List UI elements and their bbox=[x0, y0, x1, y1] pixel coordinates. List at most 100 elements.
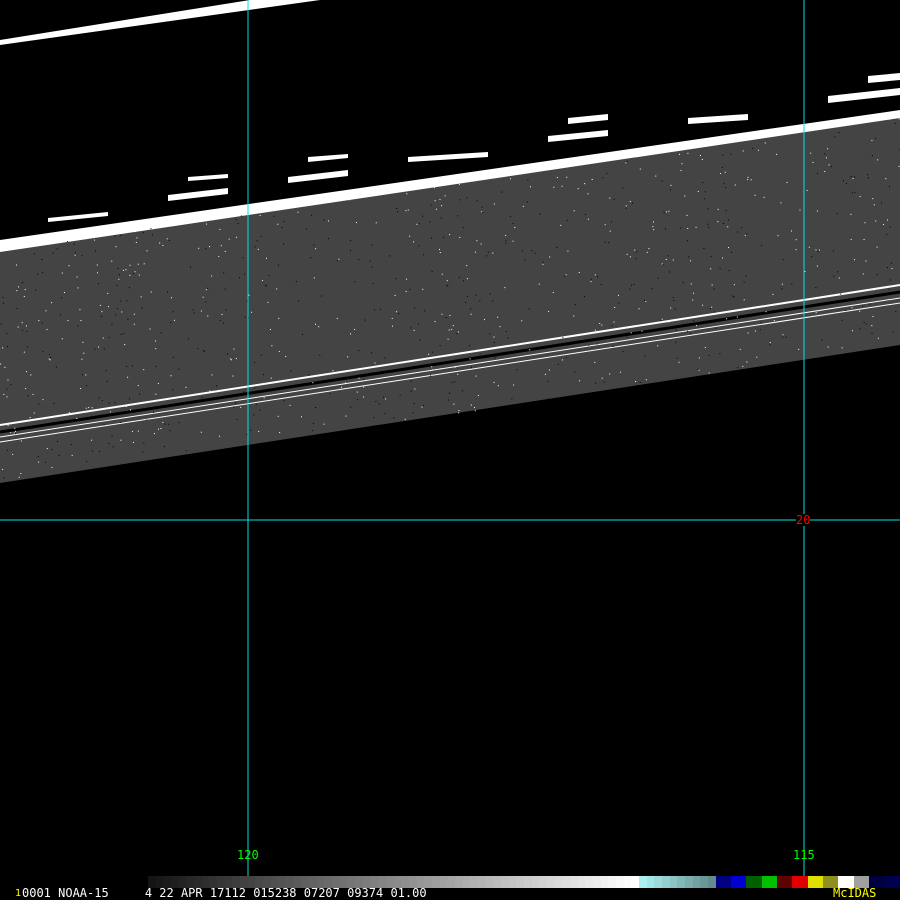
noise-pixel bbox=[235, 236, 237, 238]
noise-pixel bbox=[81, 358, 83, 360]
noise-pixel bbox=[77, 325, 79, 327]
noise-pixel bbox=[667, 255, 669, 257]
noise-pixel bbox=[259, 215, 261, 217]
noise-pixel bbox=[476, 240, 478, 242]
noise-pixel bbox=[77, 287, 79, 289]
noise-pixel bbox=[457, 215, 459, 217]
noise-pixel bbox=[850, 176, 852, 178]
noise-pixel bbox=[42, 399, 44, 401]
noise-pixel bbox=[684, 195, 686, 197]
noise-pixel bbox=[80, 388, 82, 390]
noise-pixel bbox=[889, 226, 891, 228]
image-swath bbox=[0, 115, 900, 483]
noise-pixel bbox=[573, 210, 575, 212]
noise-pixel bbox=[626, 160, 628, 162]
noise-pixel bbox=[501, 191, 503, 193]
frame-number: 1 bbox=[15, 888, 22, 899]
noise-pixel bbox=[413, 241, 415, 243]
noise-pixel bbox=[38, 403, 40, 405]
noise-pixel bbox=[395, 278, 397, 280]
noise-pixel bbox=[697, 368, 699, 370]
noise-pixel bbox=[356, 391, 358, 393]
noise-pixel bbox=[318, 326, 320, 328]
noise-pixel bbox=[524, 259, 526, 261]
noise-pixel bbox=[876, 274, 878, 276]
noise-pixel bbox=[629, 256, 631, 258]
noise-pixel bbox=[350, 240, 352, 242]
noise-pixel bbox=[547, 398, 549, 400]
noise-pixel bbox=[864, 222, 866, 224]
noise-pixel bbox=[609, 373, 611, 375]
noise-pixel bbox=[170, 297, 172, 299]
noise-pixel bbox=[410, 327, 412, 329]
noise-pixel bbox=[698, 357, 700, 359]
noise-pixel bbox=[556, 246, 558, 248]
noise-pixel bbox=[270, 377, 272, 379]
noise-pixel bbox=[516, 369, 518, 371]
noise-pixel bbox=[17, 326, 19, 328]
noise-pixel bbox=[418, 223, 420, 225]
noise-pixel bbox=[648, 248, 650, 250]
noise-pixel bbox=[6, 449, 8, 451]
noise-pixel bbox=[276, 288, 278, 290]
noise-pixel bbox=[877, 159, 879, 161]
latitude-label-20: 20 bbox=[796, 513, 811, 527]
noise-pixel bbox=[470, 404, 472, 406]
noise-pixel bbox=[108, 337, 110, 339]
noise-pixel bbox=[697, 190, 699, 192]
noise-pixel bbox=[363, 378, 365, 380]
noise-pixel bbox=[49, 359, 51, 361]
noise-pixel bbox=[867, 177, 869, 179]
noise-pixel bbox=[393, 417, 395, 419]
noise-pixel bbox=[566, 219, 568, 221]
noise-pixel bbox=[668, 271, 670, 273]
noise-pixel bbox=[264, 284, 266, 286]
noise-pixel bbox=[290, 370, 292, 372]
noise-pixel bbox=[283, 220, 285, 222]
noise-pixel bbox=[653, 229, 655, 231]
noise-pixel bbox=[51, 449, 53, 451]
noise-pixel bbox=[489, 333, 491, 335]
noise-pixel bbox=[840, 293, 842, 295]
noise-pixel bbox=[773, 320, 775, 322]
noise-pixel bbox=[26, 371, 28, 373]
noise-pixel bbox=[661, 318, 663, 320]
noise-pixel bbox=[417, 323, 419, 325]
noise-pixel bbox=[278, 351, 280, 353]
noise-pixel bbox=[639, 168, 641, 170]
noise-pixel bbox=[224, 288, 226, 290]
noise-pixel bbox=[354, 328, 356, 330]
noise-pixel bbox=[26, 346, 28, 348]
noise-pixel bbox=[670, 184, 672, 186]
noise-pixel bbox=[719, 268, 721, 270]
noise-pixel bbox=[172, 389, 174, 391]
noise-pixel bbox=[645, 300, 647, 302]
noise-pixel bbox=[704, 191, 706, 193]
noise-pixel bbox=[604, 241, 606, 243]
noise-pixel bbox=[278, 264, 280, 266]
noise-pixel bbox=[871, 139, 873, 141]
noise-pixel bbox=[625, 207, 627, 209]
noise-pixel bbox=[448, 399, 450, 401]
noise-pixel bbox=[777, 235, 779, 237]
noise-pixel bbox=[708, 354, 710, 356]
noise-pixel bbox=[51, 466, 53, 468]
noise-pixel bbox=[786, 182, 788, 184]
noise-pixel bbox=[17, 286, 19, 288]
noise-pixel bbox=[538, 283, 540, 285]
noise-pixel bbox=[117, 267, 119, 269]
noise-pixel bbox=[812, 161, 814, 163]
noise-pixel bbox=[258, 430, 260, 432]
noise-pixel bbox=[470, 366, 472, 368]
noise-pixel bbox=[134, 231, 136, 233]
noise-pixel bbox=[596, 343, 598, 345]
noise-pixel bbox=[358, 350, 360, 352]
noise-pixel bbox=[542, 261, 544, 263]
noise-pixel bbox=[140, 296, 142, 298]
noise-pixel bbox=[622, 187, 624, 189]
noise-pixel bbox=[817, 251, 819, 253]
noise-pixel bbox=[481, 206, 483, 208]
noise-pixel bbox=[167, 291, 169, 293]
noise-pixel bbox=[33, 412, 35, 414]
noise-pixel bbox=[756, 356, 758, 358]
